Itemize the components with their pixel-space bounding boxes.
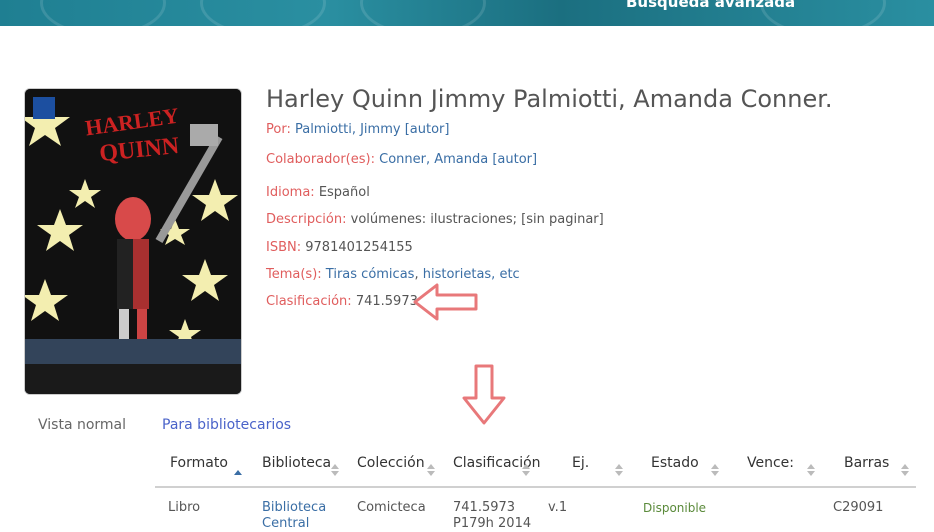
collaborator-label: Colaborador(es): bbox=[266, 152, 375, 167]
tab-librarians-view[interactable]: Para bibliotecarios bbox=[162, 417, 291, 433]
cell-formato: Libro bbox=[168, 500, 201, 515]
language-value: Español bbox=[318, 185, 370, 200]
classification-label: Clasificación: bbox=[266, 294, 352, 309]
description-row: Descripción: volúmenes: ilustraciones; [… bbox=[266, 212, 604, 227]
column-header-formato[interactable]: Formato bbox=[170, 455, 228, 471]
cell-biblioteca-link[interactable]: Biblioteca bbox=[262, 500, 326, 515]
isbn-row: ISBN: 9781401254155 bbox=[266, 240, 413, 255]
classification-value: 741.5973 bbox=[355, 294, 418, 309]
sort-icon[interactable] bbox=[807, 464, 815, 476]
cell-ejemplar: v.1 bbox=[548, 500, 568, 515]
subjects-row: Tema(s): Tiras cómicas, historietas, etc bbox=[266, 267, 520, 282]
sort-icon[interactable] bbox=[331, 464, 339, 476]
column-header-barras[interactable]: Barras bbox=[844, 455, 889, 471]
sort-icon[interactable] bbox=[615, 464, 623, 476]
record-title: Harley Quinn Jimmy Palmiotti, Amanda Con… bbox=[266, 85, 833, 113]
cell-biblioteca-link-line2[interactable]: Central bbox=[262, 516, 309, 531]
subject-link-2[interactable]: historietas, etc bbox=[423, 267, 520, 282]
subjects-label: Tema(s): bbox=[266, 267, 322, 282]
holdings-table-header: Formato Biblioteca Colección Clasificaci… bbox=[155, 450, 916, 488]
author-label: Por: bbox=[266, 122, 291, 137]
column-header-coleccion[interactable]: Colección bbox=[357, 455, 425, 471]
column-header-ejemplar[interactable]: Ej. bbox=[572, 455, 589, 471]
sort-icon[interactable] bbox=[427, 464, 435, 476]
cell-estado: Disponible bbox=[643, 501, 707, 515]
book-cover: HARLEY QUINN bbox=[25, 89, 241, 394]
sort-icon[interactable] bbox=[901, 464, 909, 476]
sort-icon[interactable] bbox=[522, 464, 530, 476]
cell-clasificacion-line2: P179h 2014 bbox=[453, 516, 532, 531]
collaborator-row: Colaborador(es): Conner, Amanda [autor] bbox=[266, 152, 537, 167]
collaborator-link[interactable]: Conner, Amanda [autor] bbox=[379, 152, 537, 167]
column-header-vence[interactable]: Vence: bbox=[747, 455, 794, 471]
language-row: Idioma: Español bbox=[266, 185, 370, 200]
description-label: Descripción: bbox=[266, 212, 347, 227]
annotation-arrow-left-icon bbox=[413, 283, 478, 321]
tab-normal-view[interactable]: Vista normal bbox=[38, 417, 126, 433]
cell-clasificacion: 741.5973 bbox=[453, 500, 516, 515]
isbn-value: 9781401254155 bbox=[305, 240, 413, 255]
column-header-biblioteca[interactable]: Biblioteca bbox=[262, 455, 331, 471]
cell-coleccion: Comicteca bbox=[357, 500, 426, 515]
author-link[interactable]: Palmiotti, Jimmy [autor] bbox=[295, 122, 449, 137]
language-label: Idioma: bbox=[266, 185, 315, 200]
subject-link-1[interactable]: Tiras cómicas bbox=[326, 267, 415, 282]
top-banner: Búsqueda avanzada bbox=[0, 0, 934, 26]
author-row: Por: Palmiotti, Jimmy [autor] bbox=[266, 122, 449, 137]
description-value: volúmenes: ilustraciones; [sin paginar] bbox=[350, 212, 604, 227]
advanced-search-link[interactable]: Búsqueda avanzada bbox=[626, 0, 795, 11]
cell-barras: C29091 bbox=[833, 500, 884, 515]
subject-separator: , bbox=[414, 267, 419, 282]
classification-row: Clasificación: 741.5973 bbox=[266, 294, 418, 309]
column-header-estado[interactable]: Estado bbox=[651, 455, 699, 471]
sort-asc-icon[interactable] bbox=[234, 464, 242, 476]
annotation-arrow-down-icon bbox=[462, 364, 506, 425]
sort-icon[interactable] bbox=[711, 464, 719, 476]
isbn-label: ISBN: bbox=[266, 240, 302, 255]
